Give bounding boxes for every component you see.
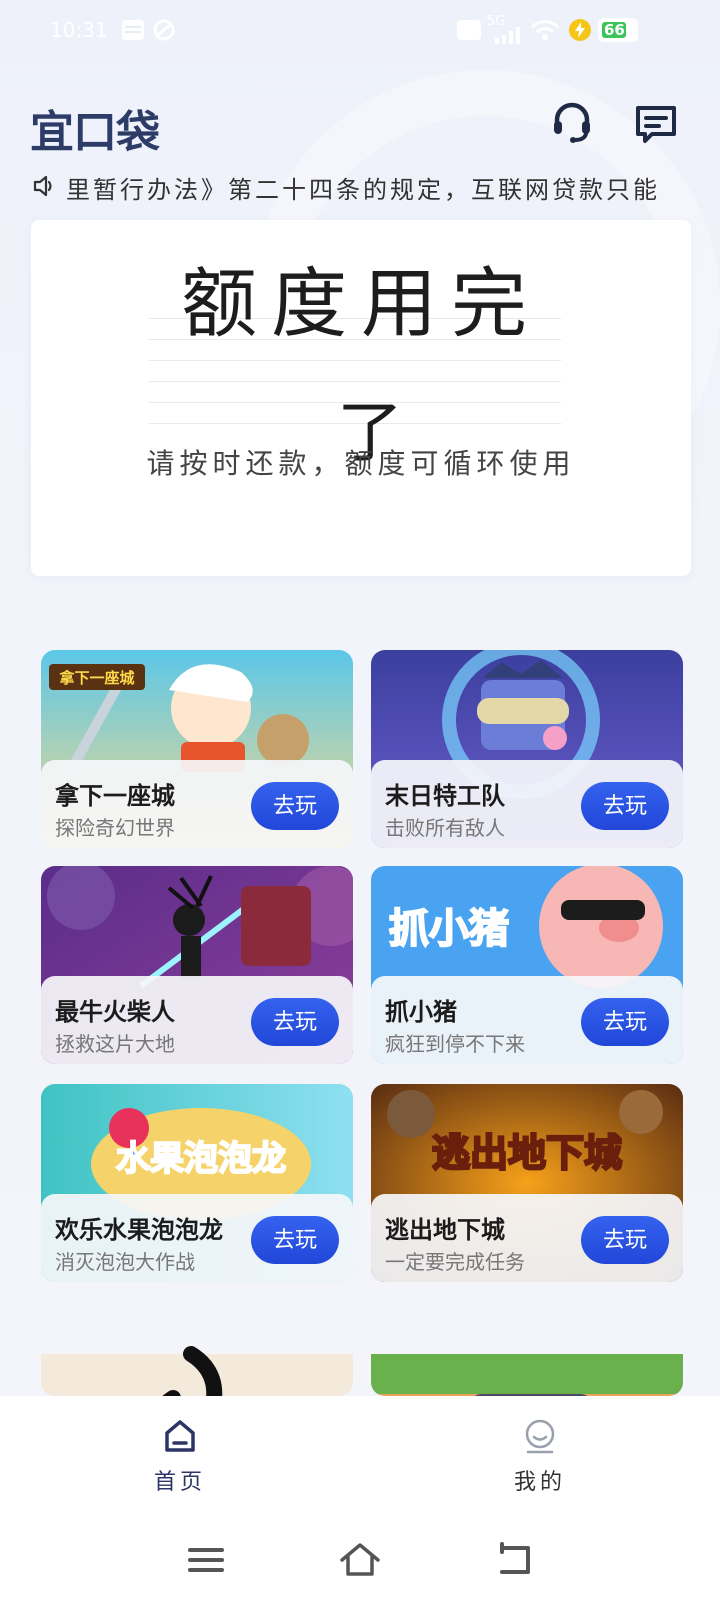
game-description: 拯救这片大地 [55,1032,175,1056]
back-icon[interactable] [494,1540,534,1580]
game-name: 末日特工队 [385,782,505,810]
nav-item-mine[interactable]: 我的 [480,1418,600,1496]
game-art-image [371,1354,683,1396]
game-art-title: 逃出地下城 [432,1131,622,1175]
game-card[interactable] [41,1302,353,1396]
game-description: 探险奇幻世界 [55,816,175,840]
play-button[interactable]: 去玩 [581,782,669,830]
speaker-icon [33,175,52,197]
game-card[interactable]: 末日特工队 击败所有敌人 去玩 [371,650,683,848]
home-icon [165,1420,195,1452]
notice-text: 里暂行办法》第二十四条的规定，互联网贷款只能 [66,176,660,204]
game-art-image [41,1346,353,1396]
game-info-panel: 末日特工队 击败所有敌人 去玩 [371,760,683,848]
game-name: 最牛火柴人 [55,998,175,1026]
play-button[interactable]: 去玩 [251,998,339,1046]
game-name: 欢乐水果泡泡龙 [55,1216,223,1244]
game-name: 抓小猪 [385,998,457,1026]
message-icon[interactable] [632,100,680,148]
game-info-panel: 拿下一座城 探险奇幻世界 去玩 [41,760,353,848]
game-art-title: 水果泡泡龙 [116,1139,286,1179]
game-description: 疯狂到停不下来 [385,1032,525,1056]
game-card[interactable]: 拿下一座城 拿下一座城 探险奇幻世界 去玩 [41,650,353,848]
game-art-title: 拿下一座城 [58,669,134,687]
charging-icon [569,19,591,41]
headset-icon[interactable] [548,100,596,148]
nav-label-home: 首页 [153,1470,206,1495]
status-time: 10:31 [50,18,108,42]
game-info-panel: 逃出地下城 一定要完成任务 去玩 [371,1194,683,1282]
app-logo: 宜口袋 [30,107,160,158]
menu-icon[interactable] [186,1540,226,1580]
bottom-nav: 首页 我的 [0,1396,720,1524]
game-card[interactable] [371,1302,683,1396]
game-card[interactable]: 逃出地下城 逃出地下城 一定要完成任务 去玩 [371,1084,683,1282]
game-description: 击败所有敌人 [385,816,505,840]
game-name: 拿下一座城 [55,782,175,810]
play-button[interactable]: 去玩 [581,998,669,1046]
home-button-icon[interactable] [338,1540,382,1580]
quota-card: 额度用完 了 请按时还款，额度可循环使用 [31,220,691,576]
play-button[interactable]: 去玩 [251,1216,339,1264]
play-button[interactable]: 去玩 [581,1216,669,1264]
game-card[interactable]: 水果泡泡龙 欢乐水果泡泡龙 消灭泡泡大作战 去玩 [41,1084,353,1282]
profile-icon [525,1419,555,1454]
game-art-title: 抓小猪 [389,906,509,952]
battery-level: 66 [604,21,625,39]
play-button[interactable]: 去玩 [251,782,339,830]
app-notification-icon [153,19,175,41]
notice-marquee: 里暂行办法》第二十四条的规定，互联网贷款只能 [32,168,692,204]
game-info-panel: 抓小猪 疯狂到停不下来 去玩 [371,976,683,1064]
notification-icon [122,20,144,40]
wifi-icon [531,20,559,40]
quota-title: 额度用完 [181,259,541,348]
game-card[interactable]: 最牛火柴人 拯救这片大地 去玩 [41,866,353,1064]
nav-item-home[interactable]: 首页 [120,1418,240,1496]
status-bar: 10:31 5G 66 [0,0,720,62]
hd-icon [457,20,481,40]
system-nav-bar [0,1524,720,1600]
game-info-panel: 最牛火柴人 拯救这片大地 去玩 [41,976,353,1064]
game-card[interactable]: 抓小猪 抓小猪 疯狂到停不下来 去玩 [371,866,683,1064]
game-description: 一定要完成任务 [385,1250,525,1274]
game-name: 逃出地下城 [385,1216,505,1244]
nav-label-mine: 我的 [513,1470,566,1495]
quota-subtitle: 请按时还款，额度可循环使用 [146,447,576,480]
game-description: 消灭泡泡大作战 [55,1250,195,1274]
game-info-panel: 欢乐水果泡泡龙 消灭泡泡大作战 去玩 [41,1194,353,1282]
battery-icon: 66 [598,18,638,42]
signal-icon [495,27,520,44]
